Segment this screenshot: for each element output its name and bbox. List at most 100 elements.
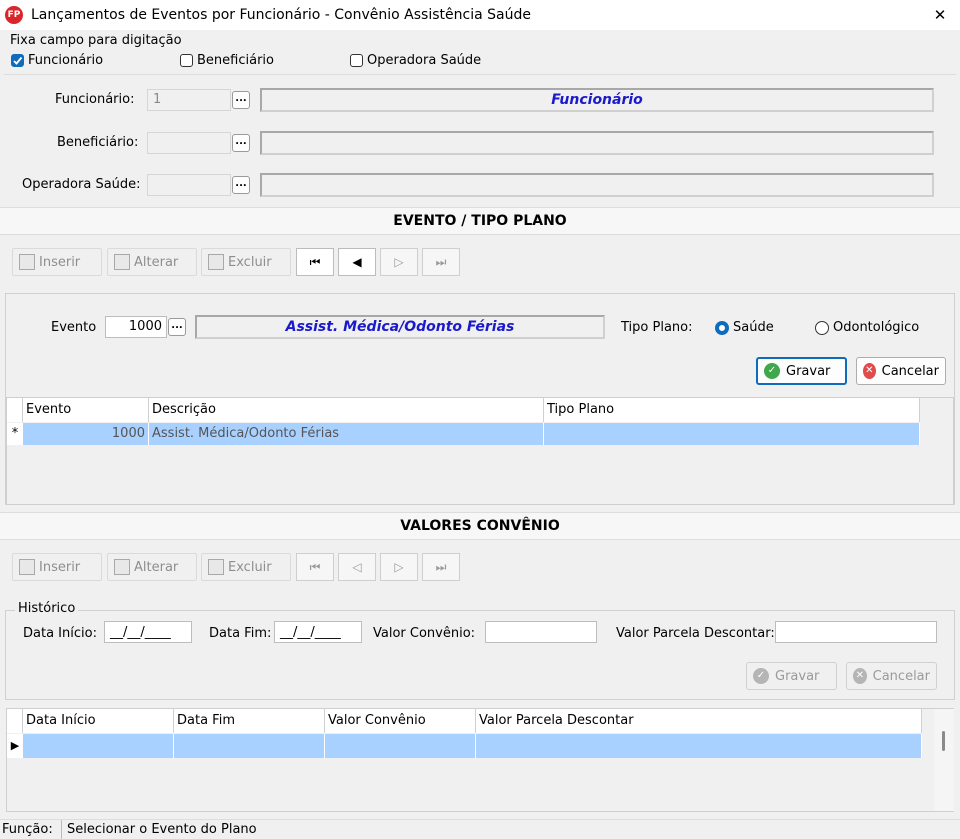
valores-last-button[interactable]: ⏭ (422, 553, 460, 581)
operadora-description (260, 173, 934, 197)
status-divider (61, 820, 62, 839)
data-inicio-label: Data Início: (23, 626, 97, 641)
checkbox-unchecked-icon (350, 54, 363, 67)
first-icon: ⏮ (309, 559, 321, 574)
valores-alterar-button[interactable]: Alterar (107, 553, 197, 581)
grid-header-tipo-plano[interactable]: Tipo Plano (544, 398, 920, 422)
document-add-icon (19, 254, 35, 270)
valores-excluir-button[interactable]: Excluir (201, 553, 291, 581)
operadora-lookup-button[interactable]: ... (232, 176, 250, 194)
previous-icon: ◀ (352, 255, 362, 269)
radio-saude[interactable]: Saúde (715, 320, 774, 335)
row-pointer-icon: ▶ (7, 734, 23, 758)
grid-header-data-inicio[interactable]: Data Início (23, 709, 174, 733)
valores-next-button[interactable]: ▷ (380, 553, 418, 581)
beneficiario-lookup-button[interactable]: ... (232, 134, 250, 152)
valores-grid[interactable]: Data Início Data Fim Valor Convênio Valo… (6, 708, 954, 812)
valores-cancelar-button[interactable]: ✕ Cancelar (846, 662, 937, 690)
grid-cell-valor-parcela[interactable] (476, 734, 922, 758)
checkbox-beneficiario[interactable]: Beneficiário (180, 53, 274, 68)
inserir-label: Inserir (39, 254, 81, 270)
funcionario-label: Funcionário: (55, 92, 135, 107)
alterar-label: Alterar (134, 254, 179, 270)
last-record-button[interactable]: ⏭ (422, 248, 460, 276)
valor-convenio-input[interactable] (485, 621, 597, 643)
checkbox-checked-icon (11, 54, 24, 67)
gravar-label: Gravar (786, 363, 831, 379)
last-icon: ⏭ (435, 559, 447, 574)
valores-section-header: VALORES CONVÊNIO (0, 512, 960, 540)
valor-parcela-input[interactable] (775, 621, 937, 643)
edit-icon (114, 254, 130, 270)
valores-first-button[interactable]: ⏮ (296, 553, 334, 581)
check-icon: ✓ (753, 668, 769, 684)
cancelar-label: Cancelar (881, 363, 939, 379)
beneficiario-label: Beneficiário: (57, 135, 139, 150)
radio-odontologico-label: Odontológico (833, 320, 920, 335)
window-title: Lançamentos de Eventos por Funcionário -… (31, 7, 531, 23)
grid-indicator-header (7, 398, 23, 422)
evento-alterar-button[interactable]: Alterar (107, 248, 197, 276)
grid-cell-tipo-plano[interactable] (544, 423, 920, 445)
grid-cell-valor-convenio[interactable] (325, 734, 476, 758)
valores-gravar-button[interactable]: ✓ Gravar (746, 662, 837, 690)
tipo-plano-label: Tipo Plano: (621, 320, 693, 335)
evento-section-header: EVENTO / TIPO PLANO (0, 207, 960, 235)
radio-odontologico[interactable]: Odontológico (815, 320, 919, 335)
evento-lookup-button[interactable]: ... (168, 318, 186, 336)
operadora-label: Operadora Saúde: (22, 177, 141, 192)
grid-cell-data-inicio[interactable] (23, 734, 174, 758)
checkbox-operadora[interactable]: Operadora Saúde (350, 53, 481, 68)
funcionario-code-input[interactable]: 1 (147, 89, 231, 111)
grid-cell-data-fim[interactable] (174, 734, 325, 758)
grid-header-data-fim[interactable]: Data Fim (174, 709, 325, 733)
evento-code-input[interactable]: 1000 (105, 316, 167, 338)
data-inicio-input[interactable]: __/__/____ (104, 621, 192, 643)
previous-icon: ◁ (352, 560, 362, 574)
radio-unselected-icon (815, 320, 829, 335)
first-record-button[interactable]: ⏮ (296, 248, 334, 276)
grid-scrollbar[interactable] (934, 709, 954, 811)
first-icon: ⏮ (309, 254, 321, 269)
funcionario-description: Funcionário (260, 88, 934, 112)
previous-record-button[interactable]: ◀ (338, 248, 376, 276)
next-icon: ▷ (394, 560, 404, 574)
checkbox-beneficiario-label: Beneficiário (197, 53, 274, 68)
valores-inserir-button[interactable]: Inserir (12, 553, 102, 581)
evento-cancelar-button[interactable]: ✕ Cancelar (856, 357, 946, 385)
cancel-icon: ✕ (863, 363, 876, 379)
beneficiario-description (260, 131, 934, 155)
grid-indicator-header (7, 709, 23, 733)
document-delete-icon (208, 559, 224, 575)
next-record-button[interactable]: ▷ (380, 248, 418, 276)
evento-gravar-button[interactable]: ✓ Gravar (756, 357, 847, 385)
cancelar-label: Cancelar (872, 668, 930, 684)
excluir-label: Excluir (228, 559, 272, 575)
next-icon: ▷ (394, 255, 404, 269)
beneficiario-code-input[interactable] (147, 132, 231, 154)
grid-header-descricao[interactable]: Descrição (149, 398, 544, 422)
grid-header-valor-convenio[interactable]: Valor Convênio (325, 709, 476, 733)
valores-previous-button[interactable]: ◁ (338, 553, 376, 581)
grid-row-marker: * (7, 423, 23, 445)
evento-grid[interactable]: Evento Descrição Tipo Plano * 1000 Assis… (6, 397, 954, 505)
edit-icon (114, 559, 130, 575)
grid-header-valor-parcela[interactable]: Valor Parcela Descontar (476, 709, 922, 733)
funcionario-lookup-button[interactable]: ... (232, 91, 250, 109)
data-fim-label: Data Fim: (209, 626, 272, 641)
scrollbar-thumb[interactable] (942, 731, 945, 751)
status-label: Função: (2, 822, 53, 837)
grid-cell-descricao[interactable]: Assist. Médica/Odonto Férias (149, 423, 544, 445)
checkbox-funcionario[interactable]: Funcionário (11, 53, 103, 68)
grid-cell-evento[interactable]: 1000 (23, 423, 149, 445)
divider (4, 74, 956, 75)
close-button[interactable]: ✕ (920, 0, 960, 30)
document-delete-icon (208, 254, 224, 270)
checkbox-operadora-label: Operadora Saúde (367, 53, 482, 68)
operadora-code-input[interactable] (147, 174, 231, 196)
evento-excluir-button[interactable]: Excluir (201, 248, 291, 276)
data-fim-input[interactable]: __/__/____ (274, 621, 362, 643)
grid-header-evento[interactable]: Evento (23, 398, 149, 422)
radio-selected-icon (715, 320, 729, 335)
evento-inserir-button[interactable]: Inserir (12, 248, 102, 276)
